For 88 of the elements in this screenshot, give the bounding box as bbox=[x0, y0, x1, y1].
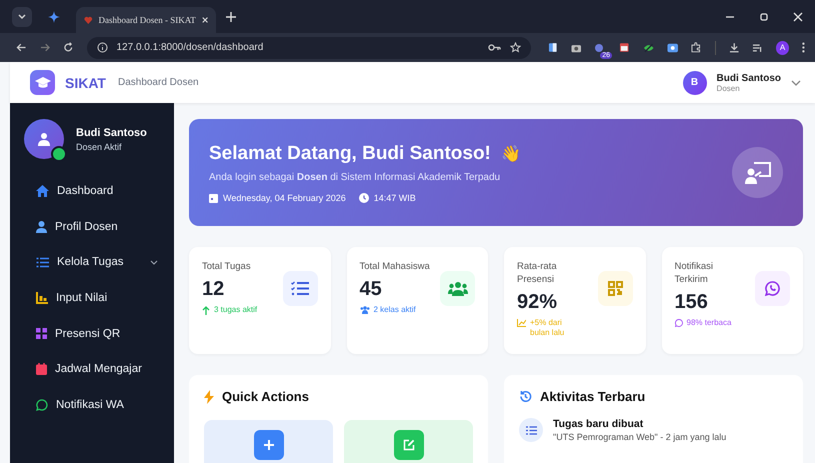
graduation-cap-icon bbox=[30, 70, 55, 95]
stat-note: 2 kelas aktif bbox=[374, 304, 416, 316]
qr-code-icon bbox=[36, 328, 47, 340]
welcome-subtitle: Anda login sebagai Dosen di Sistem Informasi Akademik Terpadu bbox=[209, 172, 502, 182]
chevron-down-icon[interactable] bbox=[791, 80, 801, 86]
screen-icon[interactable] bbox=[666, 42, 678, 52]
favicon-icon bbox=[84, 14, 93, 26]
profile-status: Dosen Aktif bbox=[76, 142, 123, 152]
page-subtitle: Dashboard Dosen bbox=[118, 77, 199, 88]
chevron-down-icon bbox=[18, 14, 26, 20]
current-date: Wednesday, 04 February 2026 bbox=[223, 192, 346, 202]
user-avatar[interactable]: B bbox=[682, 70, 707, 94]
user-name: Budi Santoso bbox=[716, 72, 781, 84]
stat-label: Notifikasi Terkirim bbox=[674, 261, 714, 287]
info-icon bbox=[96, 42, 108, 53]
arrow-up-icon bbox=[202, 306, 210, 315]
user-silhouette-avatar bbox=[24, 119, 64, 159]
line-chart-icon bbox=[517, 318, 526, 327]
stat-value: 92% bbox=[517, 290, 558, 314]
extension-icon[interactable] bbox=[548, 42, 558, 53]
download-icon[interactable] bbox=[728, 42, 740, 53]
welcome-title: Selamat Datang, Budi Santoso! bbox=[209, 142, 491, 164]
brand-name: SIKAT bbox=[65, 74, 106, 90]
close-icon[interactable] bbox=[202, 16, 208, 24]
eye-slash-icon[interactable] bbox=[642, 42, 654, 52]
sidebar-item[interactable]: Profil Dosen bbox=[24, 208, 174, 244]
profile-name: Budi Santoso bbox=[76, 126, 147, 138]
qr-code-icon bbox=[608, 281, 622, 296]
profile-avatar[interactable]: A bbox=[776, 40, 790, 54]
stat-note: 98% terbaca bbox=[686, 318, 732, 328]
chat-bubble-icon bbox=[36, 398, 48, 411]
sidebar-item[interactable]: Dashboard bbox=[24, 173, 174, 209]
more-icon[interactable] bbox=[802, 42, 806, 53]
sparkle-icon[interactable] bbox=[48, 10, 60, 22]
edit-action-tile[interactable] bbox=[344, 420, 473, 463]
list-icon bbox=[519, 418, 543, 442]
tab-list-button[interactable] bbox=[12, 6, 32, 26]
create-action-tile[interactable] bbox=[204, 420, 333, 463]
lightning-icon bbox=[204, 390, 214, 404]
close-window-icon[interactable] bbox=[793, 12, 803, 22]
sidebar-item[interactable]: Input Nilai bbox=[24, 280, 174, 316]
sidebar-item[interactable]: Kelola Tugas bbox=[24, 244, 174, 280]
activity-title: Tugas baru dibuat bbox=[553, 418, 644, 430]
camera-icon[interactable] bbox=[570, 42, 581, 52]
browser-tab[interactable]: Dashboard Dosen - SIKAT bbox=[76, 7, 216, 33]
stat-note: 3 tugas aktif bbox=[214, 304, 258, 316]
chat-bubble-icon bbox=[765, 281, 780, 296]
checklist-icon bbox=[291, 281, 309, 296]
star-icon[interactable] bbox=[510, 42, 521, 53]
calendar-icon bbox=[36, 363, 47, 376]
user-role: Dosen bbox=[716, 84, 741, 92]
card-title: Aktivitas Terbaru bbox=[540, 389, 646, 404]
clock-icon bbox=[358, 192, 369, 202]
stat-value: 12 bbox=[202, 278, 226, 301]
waving-hand-emoji: 👋 bbox=[500, 144, 521, 163]
calendar-icon[interactable] bbox=[619, 42, 630, 53]
list-icon bbox=[36, 256, 49, 268]
reload-icon[interactable] bbox=[63, 42, 74, 53]
chat-bubble-icon bbox=[674, 318, 682, 327]
current-time: 14:47 WIB bbox=[374, 192, 416, 202]
activity-detail: "UTS Pemrograman Web" - 2 jam yang lalu bbox=[553, 432, 726, 442]
history-icon bbox=[519, 390, 532, 403]
stat-value: 45 bbox=[360, 278, 383, 301]
playlist-icon[interactable] bbox=[752, 42, 763, 52]
house-icon bbox=[36, 184, 49, 197]
sidebar-item[interactable]: Presensi QR bbox=[24, 316, 174, 352]
stat-note: +5% dari bulan lalu bbox=[530, 318, 566, 338]
card-title: Quick Actions bbox=[222, 389, 309, 404]
edit-icon bbox=[394, 430, 424, 460]
people-icon bbox=[360, 306, 370, 314]
person-icon bbox=[36, 220, 47, 233]
new-tab-icon[interactable] bbox=[226, 12, 236, 22]
calendar-icon bbox=[209, 192, 218, 202]
people-icon bbox=[448, 282, 468, 296]
forward-icon[interactable] bbox=[40, 42, 50, 53]
back-icon[interactable] bbox=[16, 42, 26, 53]
sidebar-item[interactable]: Jadwal Mengajar bbox=[24, 351, 174, 388]
chart-icon bbox=[36, 292, 48, 304]
sidebar-item[interactable]: Notifikasi WA bbox=[24, 387, 174, 423]
restore-icon[interactable] bbox=[759, 12, 769, 22]
stat-label: Rata-rata Presensi bbox=[517, 261, 558, 287]
address-field[interactable]: 127.0.0.1:8000/dosen/dashboard bbox=[86, 36, 531, 58]
key-icon[interactable] bbox=[488, 43, 501, 52]
puzzle-icon[interactable] bbox=[691, 42, 702, 53]
stat-value: 156 bbox=[674, 290, 709, 314]
stat-label: Total Tugas bbox=[202, 261, 252, 274]
plus-icon bbox=[254, 430, 284, 460]
stat-label: Total Mahasiswa bbox=[360, 261, 431, 274]
